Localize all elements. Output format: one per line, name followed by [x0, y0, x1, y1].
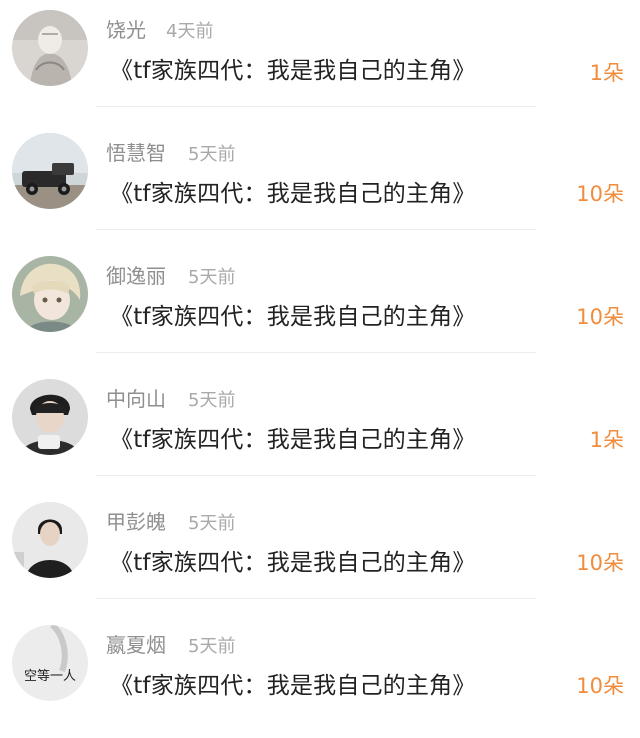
divider	[96, 229, 536, 230]
avatar-anime-icon	[12, 256, 88, 332]
user-avatar[interactable]	[12, 256, 88, 332]
list-item[interactable]: 空等一人 嬴夏烟 5天前 《tf家族四代：我是我自己的主角》 10朵	[0, 615, 640, 738]
flower-count: 10朵	[576, 182, 624, 206]
divider	[96, 106, 536, 107]
avatar-text-icon	[12, 625, 88, 701]
gift-message: 《tf家族四代：我是我自己的主角》	[110, 58, 476, 84]
username[interactable]: 饶光	[106, 14, 146, 43]
timestamp: 5天前	[188, 144, 236, 165]
username[interactable]: 悟慧智	[106, 137, 166, 166]
flower-count: 10朵	[576, 551, 624, 575]
user-avatar[interactable]: 空等一人	[12, 625, 88, 701]
flower-count: 1朵	[589, 61, 624, 85]
avatar-photo-icon	[12, 502, 88, 578]
user-avatar[interactable]	[12, 10, 88, 86]
user-avatar[interactable]	[12, 502, 88, 578]
flower-count: 10朵	[576, 674, 624, 698]
divider	[96, 475, 536, 476]
timestamp: 5天前	[188, 267, 236, 288]
list-item[interactable]: 饶光 4天前 《tf家族四代：我是我自己的主角》 1朵	[0, 0, 640, 123]
gift-message: 《tf家族四代：我是我自己的主角》	[110, 550, 476, 576]
list-item[interactable]: 悟慧智 5天前 《tf家族四代：我是我自己的主角》 10朵	[0, 123, 640, 246]
gift-message: 《tf家族四代：我是我自己的主角》	[110, 181, 476, 207]
divider	[96, 352, 536, 353]
avatar-vintage-car-icon	[12, 133, 88, 209]
username[interactable]: 甲彭魄	[106, 506, 166, 535]
divider	[96, 598, 536, 599]
timestamp: 5天前	[188, 636, 236, 657]
username[interactable]: 御逸丽	[106, 260, 166, 289]
timestamp: 5天前	[188, 513, 236, 534]
list-item[interactable]: 中向山 5天前 《tf家族四代：我是我自己的主角》 1朵	[0, 369, 640, 492]
gift-message: 《tf家族四代：我是我自己的主角》	[110, 427, 476, 453]
username[interactable]: 中向山	[106, 383, 166, 412]
gift-message: 《tf家族四代：我是我自己的主角》	[110, 304, 476, 330]
list-item[interactable]: 甲彭魄 5天前 《tf家族四代：我是我自己的主角》 10朵	[0, 492, 640, 615]
flower-count: 1朵	[589, 428, 624, 452]
list-item[interactable]: 御逸丽 5天前 《tf家族四代：我是我自己的主角》 10朵	[0, 246, 640, 369]
avatar-sketch-icon	[12, 10, 88, 86]
flower-count: 10朵	[576, 305, 624, 329]
avatar-photo-icon	[12, 379, 88, 455]
user-avatar[interactable]	[12, 379, 88, 455]
timestamp: 4天前	[166, 21, 214, 42]
user-avatar[interactable]	[12, 133, 88, 209]
gift-message: 《tf家族四代：我是我自己的主角》	[110, 673, 476, 699]
timestamp: 5天前	[188, 390, 236, 411]
username[interactable]: 嬴夏烟	[106, 629, 166, 658]
avatar-caption: 空等一人	[23, 669, 76, 684]
